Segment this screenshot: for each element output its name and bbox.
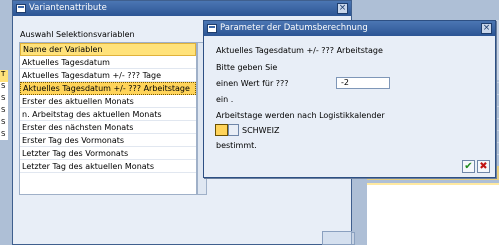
calendar-text: Arbeitstage werden nach Logistikkalender [216,111,385,120]
window-icon [16,4,26,13]
background-left-list: T S S S S S [0,70,8,140]
left-item[interactable]: S [0,82,8,94]
dialog-body: Aktuelles Tagesdatum +/- ??? Arbeitstage… [204,36,495,177]
left-item[interactable]: T [0,70,8,82]
list-item[interactable]: Erster des nächsten Monats [20,121,196,134]
value-label: einen Wert für ??? [216,79,289,88]
dialog-heading: Aktuelles Tagesdatum +/- ??? Arbeitstage [216,46,383,55]
window-icon [207,24,217,33]
list-item[interactable]: Erster des aktuellen Monats [20,95,196,108]
determined-text: bestimmt. [216,141,257,150]
cancel-icon[interactable]: ✖ [477,160,490,173]
date-parameter-dialog: Parameter der Datumsberechnung × Aktuell… [203,20,496,178]
prompt-text: Bitte geben Sie [216,63,278,72]
close-icon[interactable]: × [481,23,492,34]
variant-window-title: Variantenattribute [29,3,107,13]
calendar-copy-icon[interactable] [228,124,239,136]
dialog-title: Parameter der Datumsberechnung [220,23,368,33]
left-item[interactable]: S [0,130,8,142]
calendar-value: SCHWEIZ [242,126,280,135]
variant-window-titlebar[interactable]: Variantenattribute × [13,1,351,16]
checkmark-icon[interactable]: ✔ [462,160,475,173]
variables-listbox: Name der Variablen Aktuelles Tagesdatum … [19,42,197,195]
list-item[interactable]: Aktuelles Tagesdatum [20,56,196,69]
value-input[interactable]: -2 [336,77,390,89]
list-item[interactable]: Erster Tag des Vormonats [20,134,196,147]
dialog-titlebar[interactable]: Parameter der Datumsberechnung × [204,21,495,36]
left-item[interactable]: S [0,118,8,130]
list-item-selected[interactable]: Aktuelles Tagesdatum +/- ??? Arbeitstage [20,82,196,95]
calendar-select-icon[interactable] [215,124,228,136]
list-item[interactable]: n. Arbeitstag des aktuellen Monats [20,108,196,121]
left-item[interactable]: S [0,94,8,106]
background-list [367,185,499,245]
list-item[interactable]: Letzter Tag des aktuellen Monats [20,160,196,173]
close-icon[interactable]: × [337,3,348,14]
selection-variables-label: Auswahl Selektionsvariablen [20,30,135,39]
list-header[interactable]: Name der Variablen [20,43,196,56]
list-item[interactable]: Aktuelles Tagesdatum +/- ??? Tage [20,69,196,82]
left-item[interactable]: S [0,106,8,118]
footer-button[interactable] [322,231,352,245]
list-item[interactable]: Letzter Tag des Vormonats [20,147,196,160]
suffix-text: ein . [216,95,234,104]
